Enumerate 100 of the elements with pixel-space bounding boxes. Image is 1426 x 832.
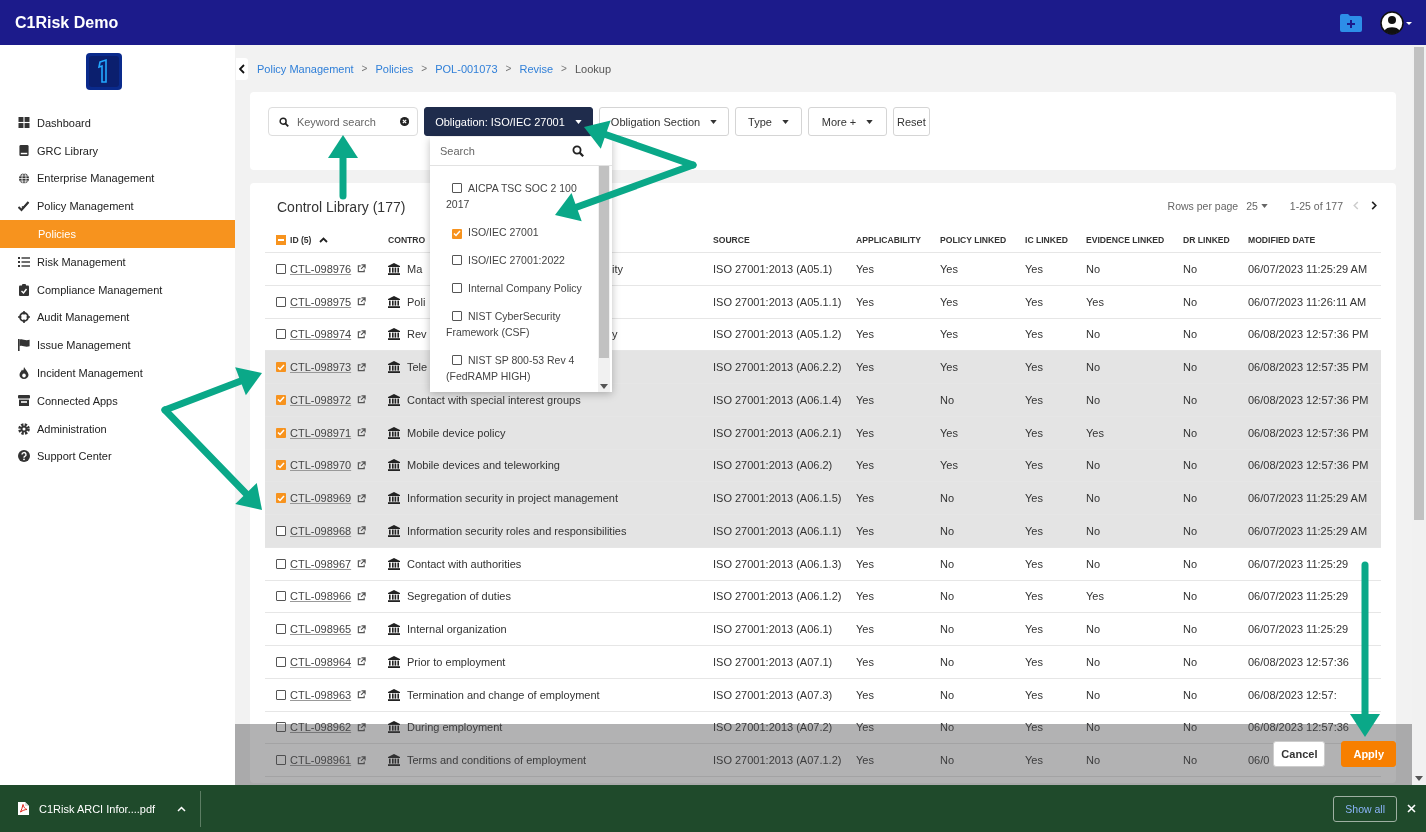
checkbox[interactable] [276,525,286,536]
id-link[interactable]: CTL-098968 [290,524,352,537]
checkbox[interactable] [452,311,462,321]
dropdown-option[interactable]: ISO/IEC 27001 [430,218,612,246]
dropdown-option[interactable]: AICPA TSC SOC 2 100 2017 [430,174,612,218]
nav-item[interactable]: Connected Apps [0,386,235,415]
checkbox[interactable] [452,228,462,239]
checkbox[interactable] [276,460,286,471]
reset-button[interactable]: Reset [893,107,930,136]
external-link-icon[interactable] [357,591,367,601]
cancel-button[interactable]: Cancel [1273,741,1326,767]
id-link[interactable]: CTL-098966 [290,590,352,603]
id-link[interactable]: CTL-098970 [290,459,352,472]
selected-row-highlight[interactable]: CTL-098968 Information security roles and responsibilities ISO 27001:2013 (A06.1.1) Yes No Yes No No 06/07/2023 11:25:29 AM [265,515,1381,548]
external-link-icon[interactable] [357,493,367,503]
external-link-icon[interactable] [357,297,367,307]
clear-icon[interactable] [399,116,409,127]
nav-item[interactable]: Enterprise Management [0,164,235,193]
checkbox[interactable] [276,427,286,438]
id-link[interactable]: CTL-098975 [290,295,352,308]
scrollbar-track[interactable] [598,166,610,392]
external-link-icon[interactable] [357,657,367,667]
chevron-up-button[interactable] [177,805,187,812]
filter-button[interactable]: Type [735,107,802,136]
id-link[interactable]: CTL-098964 [290,655,352,668]
breadcrumb-link[interactable]: POL-001073 [435,62,498,75]
checkbox[interactable] [276,656,286,667]
file-name[interactable]: C1Risk ARCI Infor....pdf [39,802,156,815]
show-all-button[interactable]: Show all [1333,795,1397,822]
checkbox[interactable] [452,255,462,265]
checkbox[interactable] [452,283,462,293]
checkbox[interactable] [276,394,286,405]
filter-button[interactable]: Obligation Section [599,107,729,136]
dropdown-option[interactable]: NIST CyberSecurity Framework (CSF) [430,302,612,346]
dropdown-option[interactable]: Internal Company Policy [430,274,612,302]
checkbox[interactable] [276,722,286,733]
breadcrumb-link[interactable]: Policy Management [257,62,354,75]
next-page-button[interactable] [1369,201,1379,210]
nav-item[interactable]: Support Center [0,442,235,471]
id-link[interactable]: CTL-098972 [290,393,352,406]
nav-item[interactable]: Dashboard [0,109,235,137]
external-link-icon[interactable] [357,460,367,470]
id-link[interactable]: CTL-098967 [290,557,352,570]
checkbox[interactable] [276,296,286,307]
nav-item[interactable]: Incident Management [0,359,235,387]
external-link-icon[interactable] [357,559,367,569]
checkbox[interactable] [276,624,286,635]
external-link-icon[interactable] [357,624,367,634]
filter-button[interactable]: More + [808,107,887,136]
id-link[interactable]: CTL-098976 [290,262,352,275]
checkbox[interactable] [452,355,462,365]
folder-add-icon[interactable] [1340,13,1362,32]
external-link-icon[interactable] [357,526,367,536]
external-link-icon[interactable] [357,329,367,339]
id-link[interactable]: CTL-098965 [290,623,352,636]
column-header[interactable]: ID (5) [290,235,312,245]
user-avatar-icon[interactable] [1380,10,1412,35]
rows-per-page-select[interactable]: 25 [1246,199,1268,212]
id-link[interactable]: CTL-098963 [290,688,352,701]
checkbox[interactable] [276,493,286,504]
checkbox[interactable] [276,755,286,766]
search-box[interactable]: Keyword search [268,107,418,136]
sort-up-icon[interactable] [319,237,329,243]
external-link-icon[interactable] [357,428,367,438]
external-link-icon[interactable] [357,362,367,372]
selected-row-highlight[interactable]: CTL-098970 Mobile devices and teleworking ISO 27001:2013 (A06.2) Yes Yes Yes No No 06/08/2023 12:57:36 PM [265,449,1381,483]
nav-item[interactable]: Risk Management [0,248,235,276]
selected-row-highlight[interactable]: CTL-098972 Contact with special interest groups ISO 27001:2013 (A06.1.4) Yes No Yes No No 06/08/2023 12:57:36 PM [265,384,1381,417]
dropdown-option[interactable]: ISO/IEC 27001:2022 [430,246,612,274]
checkbox[interactable] [276,689,286,700]
nav-item[interactable]: Issue Management [0,331,235,360]
external-link-icon[interactable] [357,264,367,274]
breadcrumb-link[interactable]: Policies [375,62,414,75]
nav-item[interactable]: Audit Management [0,303,235,332]
checkbox[interactable] [276,362,286,373]
checkbox[interactable] [276,263,286,274]
id-link[interactable]: CTL-098969 [290,492,352,505]
filter-button[interactable]: Obligation: ISO/IEC 27001 [424,107,593,136]
back-button[interactable] [236,57,248,80]
id-link[interactable]: CTL-098961 [290,754,352,767]
scrollbar-thumb[interactable] [1414,47,1424,520]
selected-row-highlight[interactable]: CTL-098971 Mobile device policy ISO 27001:2013 (A06.2.1) Yes Yes Yes Yes No 06/08/2023 12:57:36 PM [265,416,1381,450]
external-link-icon[interactable] [357,755,367,765]
scrollbar-thumb[interactable] [599,166,609,358]
checkbox[interactable] [276,235,286,245]
breadcrumb-link[interactable]: Revise [519,62,554,75]
checkbox[interactable] [276,591,286,602]
id-link[interactable]: CTL-098973 [290,361,352,374]
checkbox[interactable] [452,183,462,193]
id-link[interactable]: CTL-098971 [290,426,352,439]
nav-item[interactable]: Compliance Management [0,275,235,304]
checkbox[interactable] [276,329,286,340]
scroll-down-icon[interactable] [1415,776,1423,781]
selected-row-highlight[interactable]: CTL-098969 Information security in project management ISO 27001:2013 (A06.1.5) Yes No Yes No No 06/07/2023 11:25:29 AM [265,482,1381,515]
id-link[interactable]: CTL-098962 [290,721,352,734]
checkbox[interactable] [276,558,286,569]
external-link-icon[interactable] [357,395,367,405]
nav-item[interactable]: Policy Management [0,192,235,221]
external-link-icon[interactable] [357,690,367,700]
search-field[interactable]: Search [440,145,550,157]
